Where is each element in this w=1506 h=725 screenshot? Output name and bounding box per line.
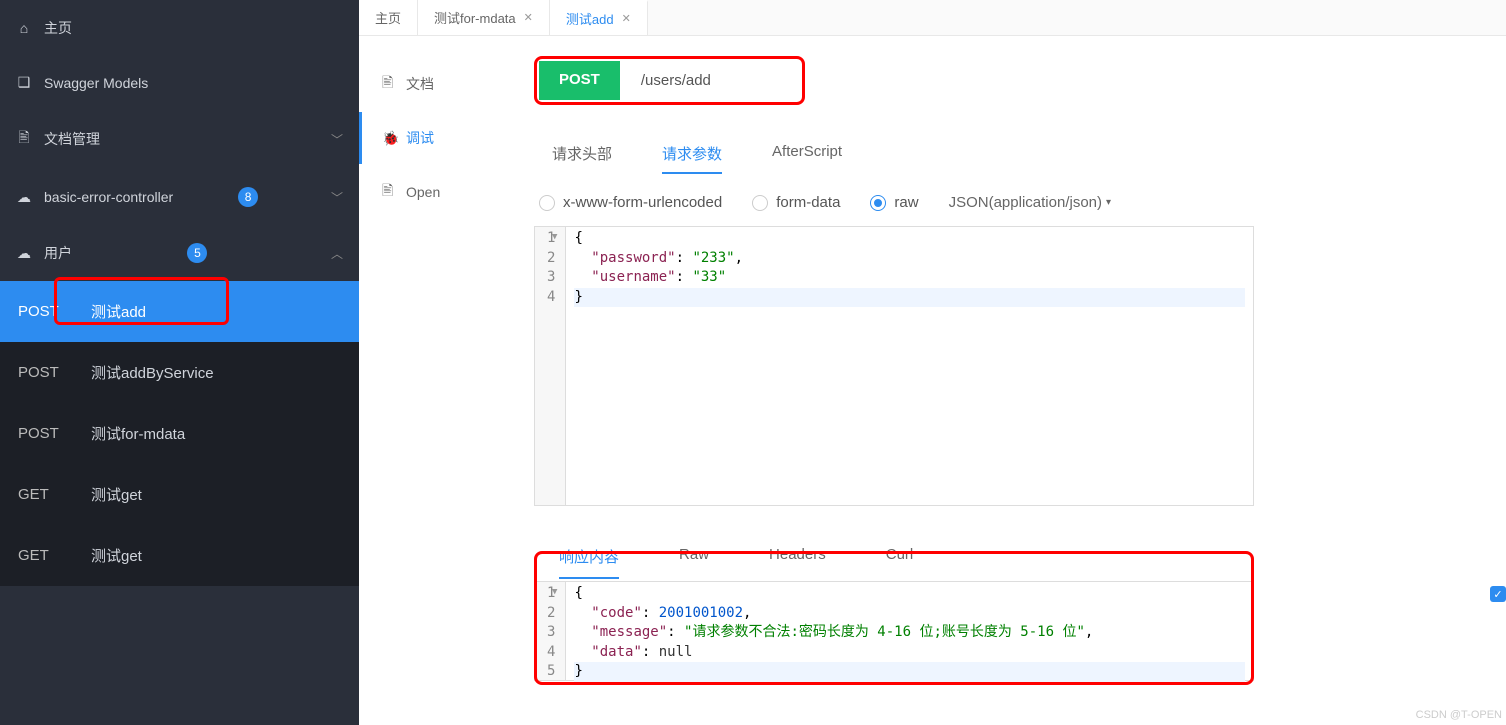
- api-item-formdata[interactable]: POST 测试for-mdata: [0, 403, 359, 464]
- lm-doc-label: 文档: [406, 74, 434, 94]
- radio-raw[interactable]: raw: [870, 194, 918, 211]
- nav-home-label: 主页: [44, 18, 72, 38]
- radio-circle-icon: [539, 195, 555, 211]
- nav-user[interactable]: ☁ 用户 5 ︿: [0, 225, 359, 281]
- response-tabs: 响应内容 Raw Headers Curl: [534, 536, 1506, 579]
- api-item-add[interactable]: POST 测试add: [0, 281, 359, 342]
- request-body-editor[interactable]: 1▼ 2 3 4 { "password": "233", "username"…: [534, 226, 1254, 506]
- api-method: GET: [18, 486, 63, 503]
- nav-basic-error[interactable]: ☁ basic-error-controller 8 ﹀: [0, 169, 359, 225]
- bug-icon: 🐞: [382, 130, 396, 147]
- resp-tab-content[interactable]: 响应内容: [559, 536, 619, 579]
- chevron-up-icon: ︿: [331, 245, 343, 262]
- api-item-get1[interactable]: GET 测试get: [0, 464, 359, 525]
- tab-label: 测试add: [566, 9, 614, 28]
- api-name: 测试add: [91, 301, 146, 322]
- url-path[interactable]: /users/add: [620, 61, 800, 100]
- radio-form-urlencoded[interactable]: x-www-form-urlencoded: [539, 194, 722, 211]
- subtab-params[interactable]: 请求参数: [662, 135, 722, 174]
- home-icon: ⌂: [16, 20, 32, 36]
- highlight-box: POST /users/add: [534, 56, 805, 105]
- watermark: CSDN @T-OPEN: [1416, 709, 1502, 721]
- code-area[interactable]: { "code": 2001001002, "message": "请求参数不合…: [566, 582, 1253, 680]
- lm-debug[interactable]: 🐞 调试: [359, 112, 494, 164]
- radio-circle-icon: [870, 195, 886, 211]
- open-icon: 🖹: [382, 180, 396, 204]
- content-type-label: JSON(application/json): [949, 194, 1102, 211]
- nav-swagger-label: Swagger Models: [44, 75, 148, 91]
- line-gutter: 1▼ 2 3 4 5: [535, 582, 566, 680]
- radio-label: raw: [894, 194, 918, 211]
- resp-tab-curl[interactable]: Curl: [886, 536, 914, 579]
- api-method: POST: [18, 425, 63, 442]
- cube-icon: ❑: [16, 74, 32, 91]
- main-panel: 主页 测试for-mdata ✕ 测试add ✕ 🖹 文档 🐞 调试: [359, 0, 1506, 725]
- close-icon[interactable]: ✕: [622, 12, 631, 25]
- api-item-addbyservice[interactable]: POST 测试addByService: [0, 342, 359, 403]
- lm-debug-label: 调试: [406, 128, 434, 148]
- response-body-editor[interactable]: 1▼ 2 3 4 5 { "code": 2001001002, "messag…: [534, 581, 1254, 681]
- doc-icon: 🖹: [382, 72, 396, 96]
- resp-tab-raw[interactable]: Raw: [679, 536, 709, 579]
- api-name: 测试get: [91, 484, 142, 505]
- content-type-select[interactable]: JSON(application/json) ▾: [949, 194, 1111, 211]
- nav-basic-error-label: basic-error-controller: [44, 189, 173, 205]
- tab-label: 测试for-mdata: [434, 8, 516, 27]
- subtab-headers[interactable]: 请求头部: [552, 135, 612, 174]
- lm-open[interactable]: 🖹 Open: [359, 164, 494, 220]
- api-method: POST: [18, 364, 63, 381]
- api-method: GET: [18, 547, 63, 564]
- resp-tab-headers[interactable]: Headers: [769, 536, 826, 579]
- api-name: 测试get: [91, 545, 142, 566]
- api-name: 测试addByService: [91, 362, 214, 383]
- chevron-down-icon: ▾: [1106, 197, 1111, 208]
- nav-docs[interactable]: 🖹 文档管理 ﹀: [0, 109, 359, 169]
- radio-label: x-www-form-urlencoded: [563, 194, 722, 211]
- lm-open-label: Open: [406, 184, 440, 200]
- api-name: 测试for-mdata: [91, 423, 185, 444]
- nav-swagger-models[interactable]: ❑ Swagger Models: [0, 56, 359, 109]
- lm-doc[interactable]: 🖹 文档: [359, 56, 494, 112]
- radio-form-data[interactable]: form-data: [752, 194, 840, 211]
- badge-user: 5: [187, 243, 207, 263]
- radio-circle-icon: [752, 195, 768, 211]
- subtab-afterscript[interactable]: AfterScript: [772, 135, 842, 174]
- sidebar: ⌂ 主页 ❑ Swagger Models 🖹 文档管理 ﹀ ☁ basic-e…: [0, 0, 359, 725]
- doc-icon: 🖹: [16, 127, 32, 151]
- nav-docs-label: 文档管理: [44, 129, 100, 149]
- close-icon[interactable]: ✕: [524, 11, 533, 24]
- cloud-icon: ☁: [16, 189, 32, 206]
- nav-user-label: 用户: [44, 243, 72, 263]
- tab-bar: 主页 测试for-mdata ✕ 测试add ✕: [359, 0, 1506, 36]
- fold-icon[interactable]: ▼: [552, 586, 557, 599]
- line-gutter: 1▼ 2 3 4: [535, 227, 566, 505]
- tab-formdata[interactable]: 测试for-mdata ✕: [418, 0, 550, 35]
- chevron-down-icon: ﹀: [331, 189, 343, 206]
- body-type-radios: x-www-form-urlencoded form-data raw JSON…: [534, 194, 1506, 211]
- radio-label: form-data: [776, 194, 840, 211]
- chevron-down-icon: ﹀: [331, 131, 343, 148]
- tab-home[interactable]: 主页: [359, 0, 418, 35]
- badge-basic-error: 8: [238, 187, 258, 207]
- debug-panel: POST /users/add 请求头部 请求参数 AfterScript x-…: [494, 36, 1506, 725]
- http-method-badge: POST: [539, 61, 620, 100]
- api-method: POST: [18, 303, 63, 320]
- nav-home[interactable]: ⌂ 主页: [0, 0, 359, 56]
- left-menu: 🖹 文档 🐞 调试 🖹 Open: [359, 36, 494, 725]
- request-subtabs: 请求头部 请求参数 AfterScript: [534, 135, 1506, 174]
- tab-home-label: 主页: [375, 8, 401, 27]
- code-area[interactable]: { "password": "233", "username": "33" }: [566, 227, 1253, 505]
- cloud-icon: ☁: [16, 245, 32, 262]
- api-item-get2[interactable]: GET 测试get: [0, 525, 359, 586]
- fold-icon[interactable]: ▼: [552, 231, 557, 244]
- tab-add[interactable]: 测试add ✕: [550, 0, 648, 35]
